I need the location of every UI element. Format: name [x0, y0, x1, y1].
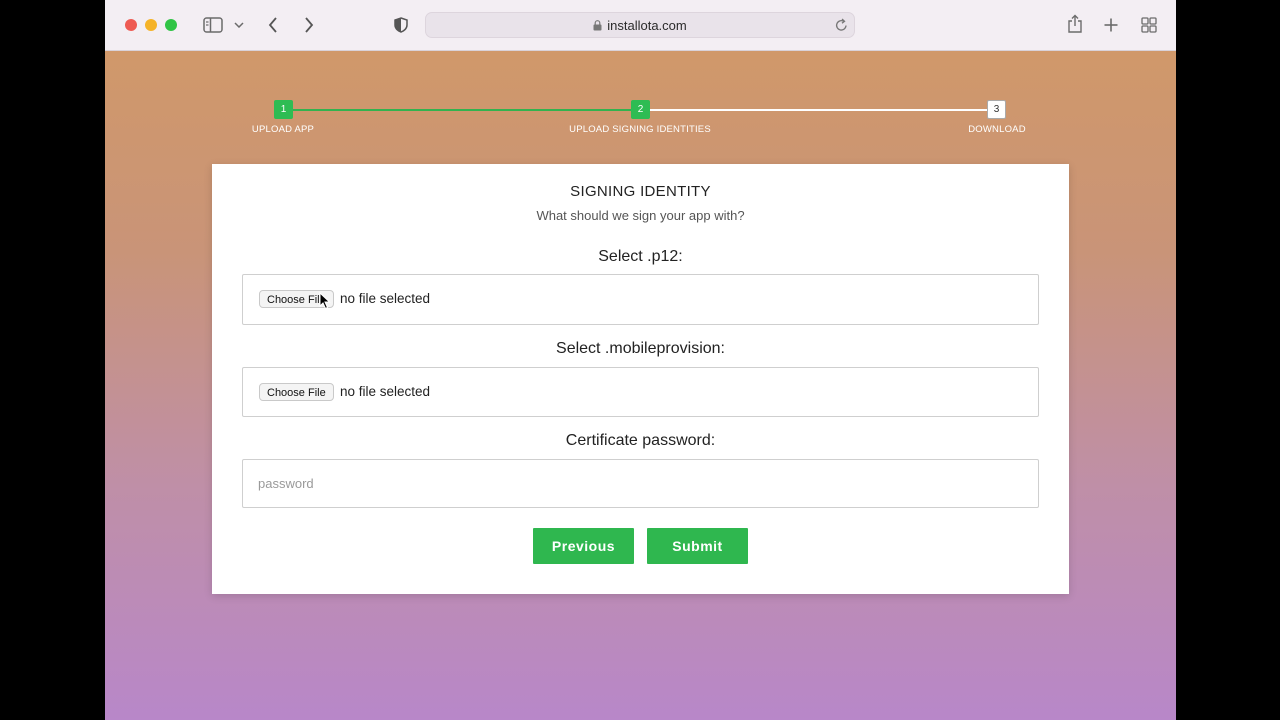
- password-field: [242, 459, 1039, 508]
- tab-overview-icon[interactable]: [1140, 14, 1158, 36]
- shield-icon[interactable]: [393, 14, 409, 36]
- step-connector-pending: [640, 109, 997, 111]
- chevron-down-icon[interactable]: [232, 14, 246, 36]
- previous-button[interactable]: Previous: [533, 528, 634, 564]
- sidebar-icon[interactable]: [202, 14, 224, 36]
- step-3-marker: 3: [987, 100, 1006, 119]
- new-tab-icon[interactable]: [1102, 14, 1120, 36]
- close-window-button[interactable]: [125, 19, 137, 31]
- back-icon[interactable]: [265, 14, 281, 36]
- reload-icon[interactable]: [835, 18, 848, 37]
- page-content: 1 2 3 UPLOAD APP UPLOAD SIGNING IDENTITI…: [105, 51, 1176, 720]
- step-3-label: DOWNLOAD: [968, 124, 1026, 135]
- url-display: installota.com: [426, 18, 854, 34]
- step-1-label: UPLOAD APP: [251, 124, 315, 135]
- card-title: SIGNING IDENTITY: [570, 183, 711, 200]
- mobileprovision-file-status: no file selected: [340, 384, 431, 399]
- mobileprovision-label: Select .mobileprovision:: [556, 340, 725, 357]
- p12-label: Select .p12:: [598, 248, 683, 265]
- submit-button[interactable]: Submit: [647, 528, 748, 564]
- minimize-window-button[interactable]: [145, 19, 157, 31]
- step-1-marker: 1: [274, 100, 293, 119]
- url-text: installota.com: [607, 18, 687, 33]
- lock-icon: [593, 19, 602, 34]
- browser-toolbar: installota.com: [105, 0, 1176, 51]
- address-bar[interactable]: installota.com: [425, 12, 855, 38]
- mobileprovision-choose-file-button[interactable]: Choose File: [259, 383, 334, 401]
- zoom-window-button[interactable]: [165, 19, 177, 31]
- progress-stepper: 1 2 3 UPLOAD APP UPLOAD SIGNING IDENTITI…: [105, 51, 1176, 151]
- browser-window: installota.com 1 2 3 UPLOAD APP UPLOAD S…: [105, 0, 1176, 720]
- forward-icon[interactable]: [301, 14, 317, 36]
- card-subtitle: What should we sign your app with?: [536, 208, 745, 223]
- mouse-pointer-icon: [319, 291, 331, 315]
- signing-identity-card: SIGNING IDENTITY What should we sign you…: [212, 164, 1069, 594]
- password-label: Certificate password:: [565, 432, 716, 449]
- step-2-marker: 2: [631, 100, 650, 119]
- step-connector-complete: [283, 109, 640, 111]
- step-2-label: UPLOAD SIGNING IDENTITIES: [569, 124, 711, 135]
- p12-file-status: no file selected: [340, 291, 431, 306]
- p12-file-field: Choose File no file selected: [242, 274, 1039, 325]
- share-icon[interactable]: [1066, 13, 1084, 35]
- mobileprovision-file-field: Choose File no file selected: [242, 367, 1039, 417]
- certificate-password-input[interactable]: [243, 460, 1038, 507]
